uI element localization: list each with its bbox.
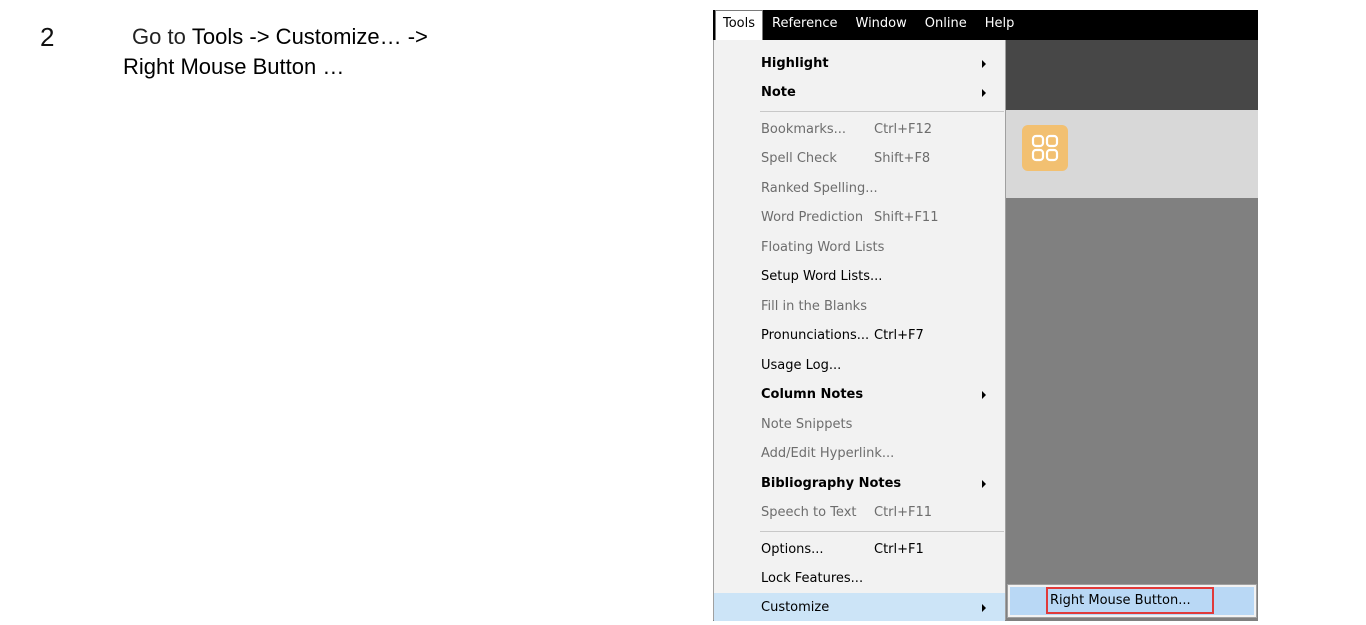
menu-separator	[760, 531, 1004, 532]
menu-item-label: Customize	[761, 600, 830, 615]
menu-reference[interactable]: Reference	[763, 10, 846, 40]
menu-item-word-prediction[interactable]: Word Prediction Shift+F11	[714, 203, 1005, 232]
submenu-arrow-icon	[982, 604, 986, 612]
menu-item-pronunciations[interactable]: Pronunciations... Ctrl+F7	[714, 321, 1005, 350]
menu-item-shortcut: Ctrl+F12	[874, 122, 933, 137]
menu-item-label: Floating Word Lists	[761, 240, 885, 255]
menu-separator	[760, 111, 1004, 112]
instruction-path-1: Tools -> Customize… ->	[191, 24, 428, 49]
menu-item-label: Pronunciations...	[761, 328, 870, 343]
menu-item-bookmarks[interactable]: Bookmarks... Ctrl+F12	[714, 115, 1005, 144]
menu-online[interactable]: Online	[916, 10, 976, 40]
menu-item-label: Bookmarks...	[761, 122, 847, 137]
menu-item-add-edit-hyperlink[interactable]: Add/Edit Hyperlink...	[714, 439, 1005, 468]
menu-item-label: Fill in the Blanks	[761, 299, 867, 314]
submenu-arrow-icon	[982, 89, 986, 97]
submenu-arrow-icon	[982, 391, 986, 399]
submenu-item-right-mouse-button[interactable]: Right Mouse Button...	[1010, 587, 1254, 615]
menu-item-shortcut: Shift+F11	[874, 210, 939, 225]
app-tile-button[interactable]	[1022, 125, 1068, 171]
menu-item-label: Options...	[761, 542, 824, 557]
menu-item-label: Bibliography Notes	[761, 476, 902, 491]
instruction-prefix: Go to	[132, 24, 192, 49]
menu-item-label: Add/Edit Hyperlink...	[761, 446, 895, 461]
menu-item-label: Speech to Text	[761, 505, 857, 520]
menubar: Tools Reference Window Online Help	[713, 10, 1258, 41]
app-screenshot: Tools Reference Window Online Help Highl…	[713, 10, 1258, 621]
menu-item-spell-check[interactable]: Spell Check Shift+F8	[714, 144, 1005, 173]
menu-item-customize[interactable]: Customize	[714, 593, 1005, 621]
menu-item-label: Ranked Spelling...	[761, 181, 878, 196]
menu-help[interactable]: Help	[976, 10, 1024, 40]
menu-item-speech-to-text[interactable]: Speech to Text Ctrl+F11	[714, 498, 1005, 527]
menu-item-highlight[interactable]: Highlight	[714, 49, 1005, 78]
menu-window[interactable]: Window	[847, 10, 916, 40]
menu-item-note[interactable]: Note	[714, 78, 1005, 107]
instruction-path-2: Right Mouse Button …	[123, 54, 345, 79]
menu-item-label: Setup Word Lists...	[761, 269, 883, 284]
menu-item-bibliography-notes[interactable]: Bibliography Notes	[714, 469, 1005, 498]
menu-item-shortcut: Ctrl+F7	[874, 328, 924, 343]
menu-item-shortcut: Shift+F8	[874, 151, 931, 166]
menu-item-label: Spell Check	[761, 151, 837, 166]
grid-icon	[1031, 134, 1059, 162]
menu-item-setup-word-lists[interactable]: Setup Word Lists...	[714, 262, 1005, 291]
menu-item-column-notes[interactable]: Column Notes	[714, 380, 1005, 409]
menu-item-label: Word Prediction	[761, 210, 864, 225]
menu-item-options[interactable]: Options... Ctrl+F1	[714, 535, 1005, 564]
menu-item-note-snippets[interactable]: Note Snippets	[714, 410, 1005, 439]
menu-item-label: Usage Log...	[761, 358, 842, 373]
submenu-arrow-icon	[982, 480, 986, 488]
step-number: 2	[40, 22, 55, 52]
menu-item-label: Lock Features...	[761, 571, 864, 586]
customize-submenu: Right Mouse Button...	[1007, 584, 1257, 618]
callout-highlight-box	[1046, 587, 1214, 614]
menu-item-shortcut: Ctrl+F11	[874, 505, 933, 520]
tools-dropdown: Highlight Note Bookmarks... Ctrl+F12 Spe…	[713, 40, 1006, 621]
menu-item-label: Column Notes	[761, 387, 864, 402]
menu-item-usage-log[interactable]: Usage Log...	[714, 351, 1005, 380]
menu-item-label: Highlight	[761, 56, 829, 71]
menu-item-label: Note Snippets	[761, 417, 853, 432]
menu-tools[interactable]: Tools	[715, 10, 764, 41]
menu-item-floating-word-lists[interactable]: Floating Word Lists	[714, 233, 1005, 262]
menu-item-shortcut: Ctrl+F1	[874, 542, 924, 557]
menu-item-fill-in-the-blanks[interactable]: Fill in the Blanks	[714, 292, 1005, 321]
menu-item-lock-features[interactable]: Lock Features...	[714, 564, 1005, 593]
instruction-text: Go to Tools -> Customize… -> Right Mouse…	[123, 22, 552, 79]
menu-item-label: Note	[761, 85, 796, 100]
menu-item-ranked-spelling[interactable]: Ranked Spelling...	[714, 174, 1005, 203]
submenu-arrow-icon	[982, 60, 986, 68]
